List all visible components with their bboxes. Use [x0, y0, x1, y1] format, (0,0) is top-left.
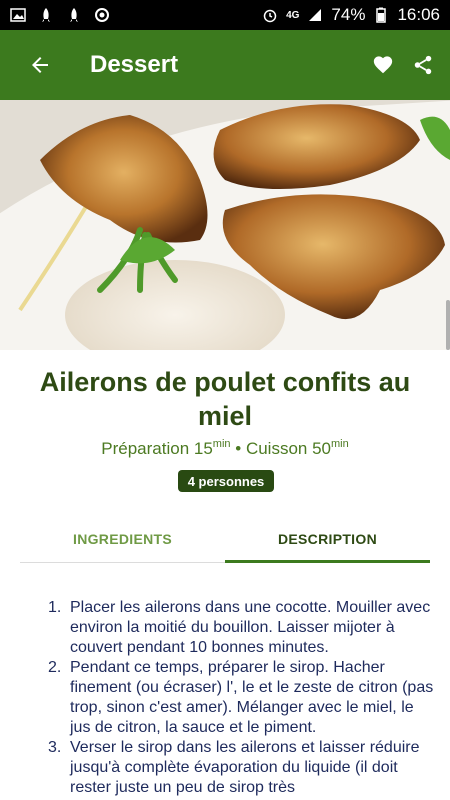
back-button[interactable]	[20, 45, 60, 85]
list-item: 1. Placer les ailerons dans une cocotte.…	[48, 598, 438, 658]
notification-icons	[10, 7, 110, 23]
arrow-left-icon	[32, 57, 48, 73]
step-text: Placer les ailerons dans une cocotte. Mo…	[70, 599, 431, 656]
tab-description[interactable]: DESCRIPTION	[225, 515, 430, 563]
servings-badge: 4 personnes	[178, 470, 274, 492]
clock: 16:06	[397, 5, 440, 24]
signal-icon	[309, 9, 322, 21]
status-bar: 4G 74% 16:06	[0, 0, 450, 30]
rocket-icon	[42, 8, 50, 22]
recipe-photo	[0, 100, 450, 350]
tab-ingredients[interactable]: INGREDIENTS	[20, 515, 225, 562]
favorite-button[interactable]	[368, 50, 398, 80]
prep-time: Préparation 15	[101, 439, 213, 458]
system-icons: 4G 74% 16:06	[262, 5, 440, 25]
step-number: 2.	[48, 659, 62, 676]
sync-icon	[95, 8, 109, 22]
alarm-icon	[263, 9, 277, 23]
page-title: Dessert	[90, 51, 179, 78]
gallery-icon	[10, 8, 26, 22]
app-bar: Dessert	[0, 30, 450, 100]
step-number: 1.	[48, 599, 62, 616]
battery-icon	[376, 7, 387, 23]
rocket-icon	[70, 8, 78, 22]
tab-bar: INGREDIENTS DESCRIPTION	[20, 515, 430, 563]
battery-percent: 74%	[331, 5, 366, 24]
step-number: 3.	[48, 739, 62, 756]
recipe-times: Préparation 15min • Cuisson 50min	[0, 438, 450, 459]
share-icon	[414, 55, 432, 75]
network-type: 4G	[286, 9, 300, 21]
prep-unit: min	[212, 438, 231, 450]
step-text: Pendant ce temps, préparer le sirop. Hac…	[70, 659, 434, 736]
cook-time: Cuisson 50	[245, 439, 331, 458]
recipe-title: Ailerons de poulet confits au miel	[39, 367, 411, 431]
scroll-handle[interactable]	[446, 300, 450, 350]
list-item: 3. Verser le sirop dans les ailerons et …	[48, 738, 438, 798]
description-steps: 1. Placer les ailerons dans une cocotte.…	[48, 598, 438, 798]
heart-icon	[373, 56, 393, 74]
list-item: 2. Pendant ce temps, préparer le sirop. …	[48, 658, 438, 738]
app-actions	[368, 50, 438, 80]
step-text: Verser le sirop dans les ailerons et lai…	[70, 739, 420, 796]
time-separator: •	[230, 439, 246, 458]
cook-unit: min	[331, 438, 349, 450]
share-button[interactable]	[408, 50, 438, 80]
